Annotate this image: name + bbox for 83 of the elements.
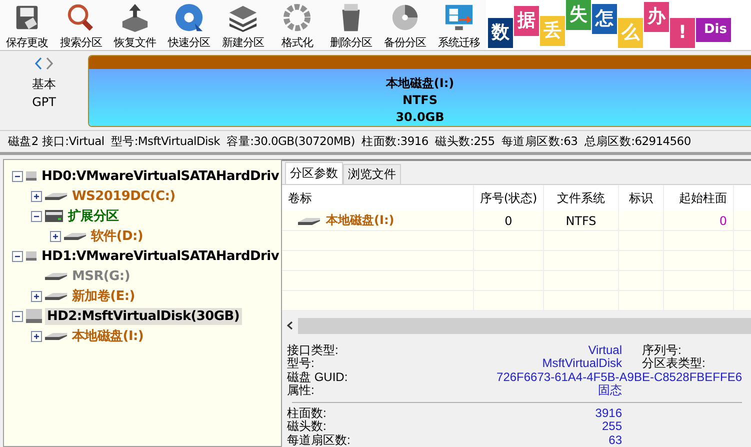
banner-tile: !	[670, 18, 695, 48]
hard-disk-icon	[26, 309, 42, 323]
partition-bar[interactable]: 本地磁盘(I:) NTFS 30.0GB	[88, 55, 751, 127]
banner-tile: 么	[618, 18, 643, 48]
partition-item[interactable]: 新加卷(E:)	[70, 286, 137, 306]
detail-label: 磁头数:	[287, 420, 328, 434]
toolbar-button[interactable]: 删除分区	[324, 0, 378, 50]
drive-icon	[45, 192, 67, 200]
expand-icon[interactable]	[50, 230, 61, 242]
table-cell: 0	[474, 211, 544, 231]
detail-value: 3916	[594, 406, 622, 420]
partition-item[interactable]: 本地磁盘(I:)	[70, 326, 146, 346]
back-icon[interactable]	[35, 57, 42, 70]
column-header[interactable]: 标识	[619, 185, 664, 211]
partition-item[interactable]: 软件(D:)	[89, 226, 146, 246]
disk-info: 磁盘2 接口:Virtual 型号:MsftVirtualDisk 容量:30.0GB(30720MB) 柱面数:3916 磁头数:255 每道扇区数:63 总扇区数:62914560	[0, 131, 751, 155]
horizontal-scrollbar[interactable]	[282, 318, 751, 334]
detail-label: 柱面数:	[287, 406, 328, 420]
toolbar-button[interactable]: 恢复文件	[108, 0, 162, 50]
column-header[interactable]: 起始柱面	[664, 185, 734, 211]
drive-icon	[45, 332, 67, 340]
disk-item[interactable]: HD2:MsftVirtualDisk(30GB)	[45, 308, 242, 324]
table-cell: 0	[664, 211, 734, 231]
disk-type: 基本	[32, 76, 56, 93]
drive-icon	[45, 292, 67, 300]
detail-value: MsftVirtualDisk	[541, 357, 622, 370]
detail-label: 分区表类型:	[641, 357, 706, 370]
partition-item[interactable]: 扩展分区	[66, 206, 121, 226]
column-header[interactable]: 卷标	[282, 185, 474, 211]
scroll-left-icon[interactable]	[287, 321, 293, 330]
detail-value: 255	[600, 420, 622, 434]
tab[interactable]: 分区参数	[285, 162, 343, 184]
partition-scheme: GPT	[32, 95, 56, 109]
hard-disk-icon	[26, 169, 37, 183]
banner-tile: 失	[566, 0, 591, 30]
expand-icon[interactable]	[31, 290, 42, 302]
toolbar-button[interactable]: 备份分区	[378, 0, 432, 50]
collapse-icon[interactable]	[12, 250, 23, 262]
banner-tag: Dis	[696, 18, 731, 42]
drive-icon	[64, 232, 86, 240]
tab[interactable]: 浏览文件	[343, 164, 401, 184]
collapse-icon[interactable]	[12, 170, 23, 182]
detail-value: 726F6673-61A4-4F5B-A9BE-C8528FBEFFE6	[496, 370, 742, 384]
banner-tile: 怎	[592, 4, 617, 34]
forward-icon[interactable]	[46, 57, 53, 70]
drive-icon	[298, 216, 320, 224]
detail-label: 磁盘 GUID:	[287, 370, 349, 384]
expand-icon[interactable]	[31, 190, 42, 202]
detail-value: 63	[608, 434, 622, 447]
disk-item[interactable]: HD0:VMwareVirtualSATAHardDriv	[40, 168, 281, 184]
detail-label: 序列号:	[641, 344, 682, 357]
table-cell: NTFS	[544, 211, 619, 231]
drive-icon	[45, 272, 67, 280]
detail-value: 固态	[598, 384, 622, 398]
toolbar-button[interactable]: 保存更改	[0, 0, 54, 50]
expand-icon[interactable]	[31, 330, 42, 342]
partition-fs: NTFS	[402, 92, 438, 109]
banner-tile: 丢	[540, 16, 565, 46]
collapse-icon[interactable]	[31, 210, 42, 222]
toolbar-button[interactable]: 格式化	[270, 0, 324, 50]
detail-label: 接口类型:	[287, 344, 340, 357]
volume-label: 本地磁盘(I:)	[326, 212, 394, 229]
partition-size: 30.0GB	[396, 109, 444, 126]
detail-value: Virtual	[587, 344, 622, 357]
disk-item[interactable]: HD1:VMwareVirtualSATAHardDriv	[40, 248, 281, 264]
hard-disk-icon	[26, 249, 37, 263]
partition-item[interactable]: WS2019DC(C:)	[70, 188, 178, 204]
detail-label: 属性:	[287, 384, 316, 398]
banner-tile: 据	[514, 6, 539, 36]
drive-icon	[45, 210, 63, 222]
collapse-icon[interactable]	[12, 310, 23, 322]
banner-tile: 数	[488, 18, 513, 48]
toolbar-button[interactable]: 搜索分区	[54, 0, 108, 50]
partition-item[interactable]: MSR(G:)	[70, 268, 132, 284]
toolbar-button[interactable]: 新建分区	[216, 0, 270, 50]
detail-label: 型号:	[287, 357, 316, 370]
toolbar-button[interactable]: 系统迁移	[432, 0, 486, 50]
detail-label: 每道扇区数:	[287, 434, 352, 447]
column-header[interactable]: 序号(状态)	[474, 185, 544, 211]
partition-name: 本地磁盘(I:)	[386, 75, 454, 92]
banner-tile: 办	[644, 2, 669, 32]
toolbar-button[interactable]: 快速分区	[162, 0, 216, 50]
column-header[interactable]: 文件系统	[544, 185, 619, 211]
